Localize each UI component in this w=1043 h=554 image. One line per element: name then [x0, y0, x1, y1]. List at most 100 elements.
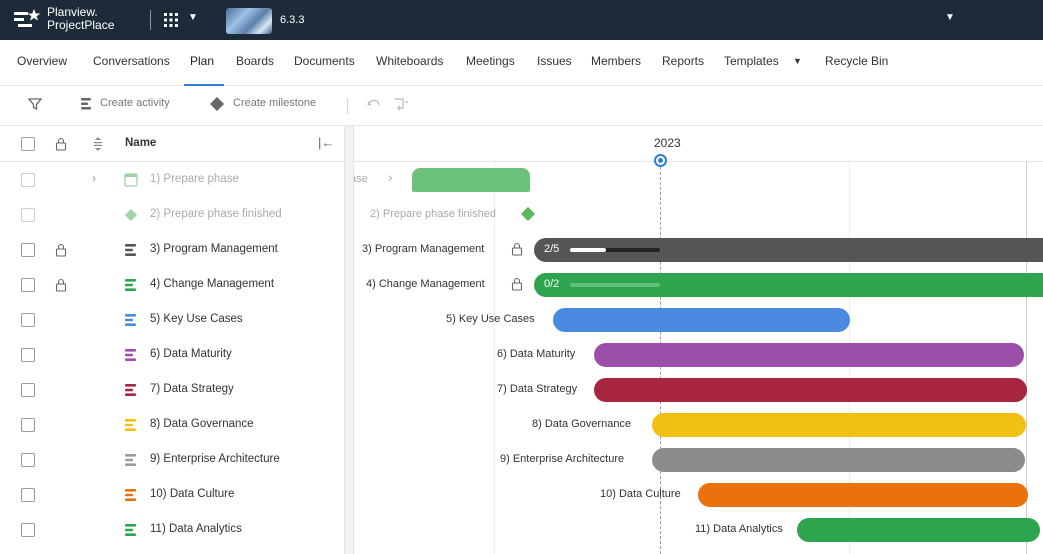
change-management-bar[interactable]: 0/2 — [534, 273, 1043, 297]
row-checkbox[interactable] — [21, 313, 35, 327]
tab-conversations[interactable]: Conversations — [93, 54, 170, 68]
tab-meetings[interactable]: Meetings — [466, 54, 515, 68]
data-culture-bar-label: 10) Data Culture — [600, 488, 681, 500]
templates-caret-down-icon[interactable]: ▼ — [793, 56, 802, 66]
milestone-diamond-icon[interactable] — [520, 206, 536, 222]
indent-icon[interactable] — [393, 96, 409, 112]
lock-icon[interactable] — [55, 243, 67, 257]
row-checkbox[interactable] — [21, 418, 35, 432]
select-all-checkbox[interactable] — [21, 137, 35, 151]
key-use-cases-bar[interactable] — [553, 308, 850, 332]
grid-row-enterprise-architecture[interactable]: 9) Enterprise Architecture — [0, 442, 344, 477]
prepare-phase-bar[interactable] — [412, 168, 530, 192]
lock-column-icon[interactable] — [55, 137, 67, 151]
row-checkbox[interactable] — [21, 208, 35, 222]
grid-row-data-analytics[interactable]: 11) Data Analytics — [0, 512, 344, 547]
today-marker[interactable] — [654, 154, 667, 167]
brand-divider — [150, 10, 151, 30]
data-governance-bar[interactable] — [652, 413, 1026, 437]
tab-whiteboards[interactable]: Whiteboards — [376, 54, 443, 68]
row-name[interactable]: 8) Data Governance — [150, 418, 254, 430]
tab-overview[interactable]: Overview — [17, 54, 67, 68]
data-maturity-bar[interactable] — [594, 343, 1024, 367]
row-name[interactable]: 6) Data Maturity — [150, 348, 232, 360]
panel-splitter[interactable] — [344, 126, 354, 554]
row-name[interactable]: 4) Change Management — [150, 278, 274, 290]
change-management-bar-label: 4) Change Management — [366, 278, 485, 290]
tab-issues[interactable]: Issues — [537, 54, 572, 68]
activity-icon — [125, 454, 136, 466]
row-checkbox[interactable] — [21, 278, 35, 292]
name-column-header[interactable]: Name — [125, 137, 156, 149]
activity-grid: Name |← › 1) Prepare phase 2) Prepare ph… — [0, 126, 344, 554]
activity-icon — [125, 384, 136, 396]
create-activity-button[interactable]: Create activity — [100, 97, 170, 109]
undo-icon[interactable] — [366, 96, 382, 112]
row-checkbox[interactable] — [21, 453, 35, 467]
planview-logo-icon[interactable] — [12, 7, 42, 33]
row-checkbox[interactable] — [21, 348, 35, 362]
grid-row-change-management[interactable]: 4) Change Management — [0, 267, 344, 302]
program-management-bar[interactable]: 2/5 — [534, 238, 1043, 262]
tab-boards[interactable]: Boards — [236, 54, 274, 68]
enterprise-architecture-bar[interactable] — [652, 448, 1025, 472]
row-name[interactable]: 9) Enterprise Architecture — [150, 453, 280, 465]
apps-grid-icon[interactable] — [164, 13, 178, 27]
grid-row-data-culture[interactable]: 10) Data Culture — [0, 477, 344, 512]
data-analytics-bar-label: 11) Data Analytics — [695, 523, 783, 535]
create-milestone-button[interactable]: Create milestone — [233, 97, 316, 109]
filter-icon[interactable] — [27, 96, 43, 112]
activity-icon — [125, 279, 136, 291]
tab-documents[interactable]: Documents — [294, 54, 355, 68]
tab-reports[interactable]: Reports — [662, 54, 704, 68]
progress-track — [570, 248, 660, 252]
grid-header: Name |← — [0, 126, 344, 162]
grid-line — [494, 162, 495, 554]
row-checkbox[interactable] — [21, 488, 35, 502]
tab-members[interactable]: Members — [591, 54, 641, 68]
tab-templates[interactable]: Templates — [724, 54, 779, 68]
year-label: 2023 — [654, 136, 681, 150]
data-maturity-bar-label: 6) Data Maturity — [497, 348, 576, 360]
grid-row-data-strategy[interactable]: 7) Data Strategy — [0, 372, 344, 407]
apps-caret-down-icon[interactable]: ▼ — [188, 12, 198, 23]
grid-row-key-use-cases[interactable]: 5) Key Use Cases — [0, 302, 344, 337]
row-name[interactable]: 2) Prepare phase finished — [150, 208, 282, 220]
grid-row-data-maturity[interactable]: 6) Data Maturity — [0, 337, 344, 372]
create-activity-icon[interactable] — [78, 96, 94, 112]
data-strategy-bar-label: 7) Data Strategy — [497, 383, 578, 395]
plan-toolbar: Create activity Create milestone — [0, 86, 1043, 126]
data-analytics-bar[interactable] — [797, 518, 1040, 542]
row-name[interactable]: 1) Prepare phase — [150, 173, 239, 185]
tab-plan[interactable]: Plan — [190, 54, 214, 68]
row-checkbox[interactable] — [21, 523, 35, 537]
project-thumbnail[interactable] — [226, 8, 272, 34]
row-name[interactable]: 5) Key Use Cases — [150, 313, 243, 325]
brand-name[interactable]: Planview. ProjectPlace — [47, 6, 114, 32]
lock-icon[interactable] — [55, 278, 67, 292]
top-bar: Planview. ProjectPlace ▼ 6.3.3 ▼ — [0, 0, 1043, 40]
data-culture-bar[interactable] — [698, 483, 1028, 507]
expand-chevron-right-icon[interactable]: › — [92, 171, 96, 185]
reorder-column-icon[interactable] — [92, 136, 104, 152]
row-name[interactable]: 3) Program Management — [150, 243, 278, 255]
row-checkbox[interactable] — [21, 243, 35, 257]
row-checkbox[interactable] — [21, 383, 35, 397]
data-strategy-bar[interactable] — [594, 378, 1027, 402]
row-name[interactable]: 10) Data Culture — [150, 488, 234, 500]
grid-row-prepare-phase[interactable]: › 1) Prepare phase — [0, 162, 344, 197]
grid-row-data-governance[interactable]: 8) Data Governance — [0, 407, 344, 442]
row-name[interactable]: 7) Data Strategy — [150, 383, 234, 395]
brand-line2: ProjectPlace — [47, 18, 115, 32]
toolbar-divider — [347, 98, 348, 114]
row-checkbox[interactable] — [21, 173, 35, 187]
user-menu-caret-down-icon[interactable]: ▼ — [945, 12, 955, 23]
phase-icon — [124, 173, 138, 187]
enterprise-architecture-bar-label: 9) Enterprise Architecture — [500, 453, 625, 465]
collapse-panel-icon[interactable]: |← — [318, 135, 334, 150]
row-name[interactable]: 11) Data Analytics — [150, 523, 242, 535]
grid-row-program-management[interactable]: 3) Program Management — [0, 232, 344, 267]
tab-recycle-bin[interactable]: Recycle Bin — [825, 54, 888, 68]
grid-row-prepare-phase-finished[interactable]: 2) Prepare phase finished — [0, 197, 344, 232]
create-milestone-icon[interactable] — [209, 96, 225, 112]
